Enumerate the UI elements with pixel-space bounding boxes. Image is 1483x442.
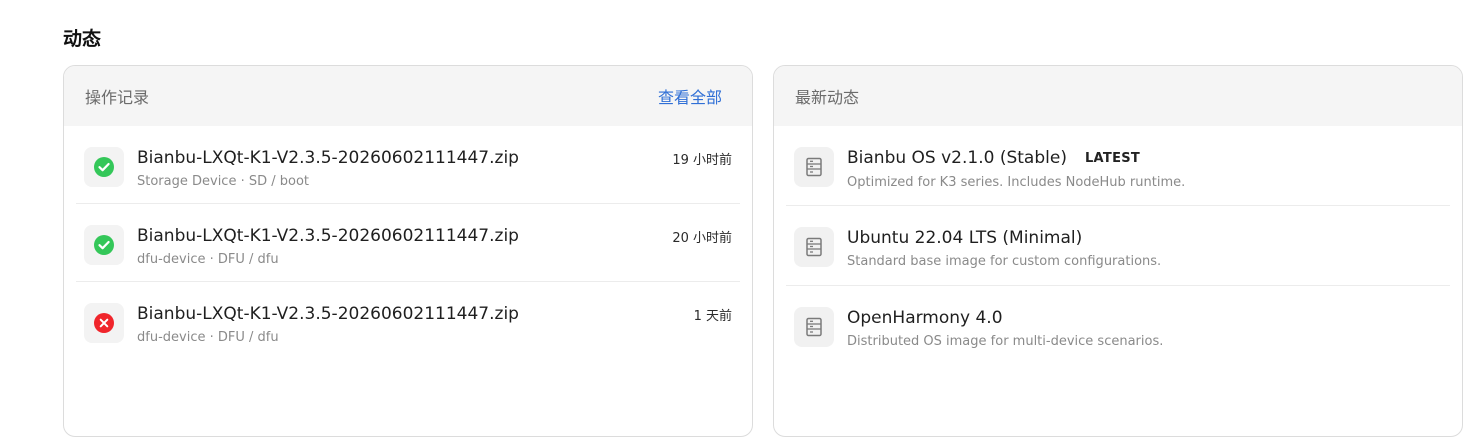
- section-title: 动态: [63, 28, 102, 50]
- operation-info: Bianbu-LXQt-K1-V2.3.5-20260602111447.zip…: [137, 303, 694, 345]
- operations-list: Bianbu-LXQt-K1-V2.3.5-20260602111447.zip…: [64, 126, 752, 360]
- operation-target: Storage Device · SD / boot: [137, 174, 310, 189]
- document-icon: [806, 157, 822, 177]
- news-header: 最新动态: [774, 66, 1462, 126]
- operation-file-name: Bianbu-LXQt-K1-V2.3.5-20260602111447.zip: [137, 304, 519, 324]
- news-row[interactable]: Ubuntu 22.04 LTS (Minimal) Standard base…: [786, 206, 1450, 286]
- status-indicator: [84, 303, 124, 343]
- operation-time: 20 小时前: [672, 231, 732, 246]
- news-item-name: OpenHarmony 4.0: [847, 308, 1003, 328]
- operation-row[interactable]: Bianbu-LXQt-K1-V2.3.5-20260602111447.zip…: [76, 282, 740, 360]
- operations-title: 操作记录: [85, 88, 150, 107]
- news-info: Bianbu OS v2.1.0 (Stable) LATEST Optimize…: [847, 147, 1442, 190]
- operation-row[interactable]: Bianbu-LXQt-K1-V2.3.5-20260602111447.zip…: [76, 204, 740, 282]
- operations-header: 操作记录 查看全部: [64, 66, 752, 126]
- document-icon: [806, 237, 822, 257]
- news-item-title: Bianbu OS v2.1.0 (Stable) LATEST: [847, 147, 1442, 170]
- operation-time: 1 天前: [693, 309, 732, 324]
- operation-target: dfu-device · DFU / dfu: [137, 252, 279, 267]
- check-circle-icon: [94, 157, 114, 177]
- operation-info: Bianbu-LXQt-K1-V2.3.5-20260602111447.zip…: [137, 225, 672, 267]
- operation-row[interactable]: Bianbu-LXQt-K1-V2.3.5-20260602111447.zip…: [76, 126, 740, 204]
- status-indicator: [84, 225, 124, 265]
- news-item-desc: Optimized for K3 series. Includes NodeHu…: [847, 175, 1186, 190]
- operations-panel: 操作记录 查看全部 Bianbu-LXQt-K1-V2.3.5-20260602…: [63, 65, 753, 437]
- news-item-desc: Distributed OS image for multi-device sc…: [847, 334, 1164, 349]
- news-info: OpenHarmony 4.0 Distributed OS image for…: [847, 307, 1442, 349]
- image-type-indicator: [794, 227, 834, 267]
- operation-file-name: Bianbu-LXQt-K1-V2.3.5-20260602111447.zip: [137, 148, 519, 168]
- news-item-desc: Standard base image for custom configura…: [847, 254, 1162, 269]
- operation-time: 19 小时前: [672, 153, 732, 168]
- news-panel: 最新动态 Bianbu OS v2.1.0 (Stable) LATEST Opt…: [773, 65, 1463, 437]
- news-item-name: Bianbu OS v2.1.0 (Stable): [847, 148, 1067, 168]
- news-item-name: Ubuntu 22.04 LTS (Minimal): [847, 228, 1083, 248]
- image-type-indicator: [794, 307, 834, 347]
- news-info: Ubuntu 22.04 LTS (Minimal) Standard base…: [847, 227, 1442, 269]
- status-indicator: [84, 147, 124, 187]
- view-all-link[interactable]: 查看全部: [658, 84, 722, 108]
- news-list: Bianbu OS v2.1.0 (Stable) LATEST Optimize…: [774, 126, 1462, 366]
- latest-badge: LATEST: [1084, 151, 1141, 166]
- operation-info: Bianbu-LXQt-K1-V2.3.5-20260602111447.zip…: [137, 147, 672, 189]
- x-circle-icon: [94, 313, 114, 333]
- operation-file-name: Bianbu-LXQt-K1-V2.3.5-20260602111447.zip: [137, 226, 519, 246]
- document-icon: [806, 317, 822, 337]
- news-title: 最新动态: [795, 88, 860, 107]
- news-row[interactable]: OpenHarmony 4.0 Distributed OS image for…: [786, 286, 1450, 366]
- image-type-indicator: [794, 147, 834, 187]
- check-circle-icon: [94, 235, 114, 255]
- news-row[interactable]: Bianbu OS v2.1.0 (Stable) LATEST Optimize…: [786, 126, 1450, 206]
- operation-target: dfu-device · DFU / dfu: [137, 330, 279, 345]
